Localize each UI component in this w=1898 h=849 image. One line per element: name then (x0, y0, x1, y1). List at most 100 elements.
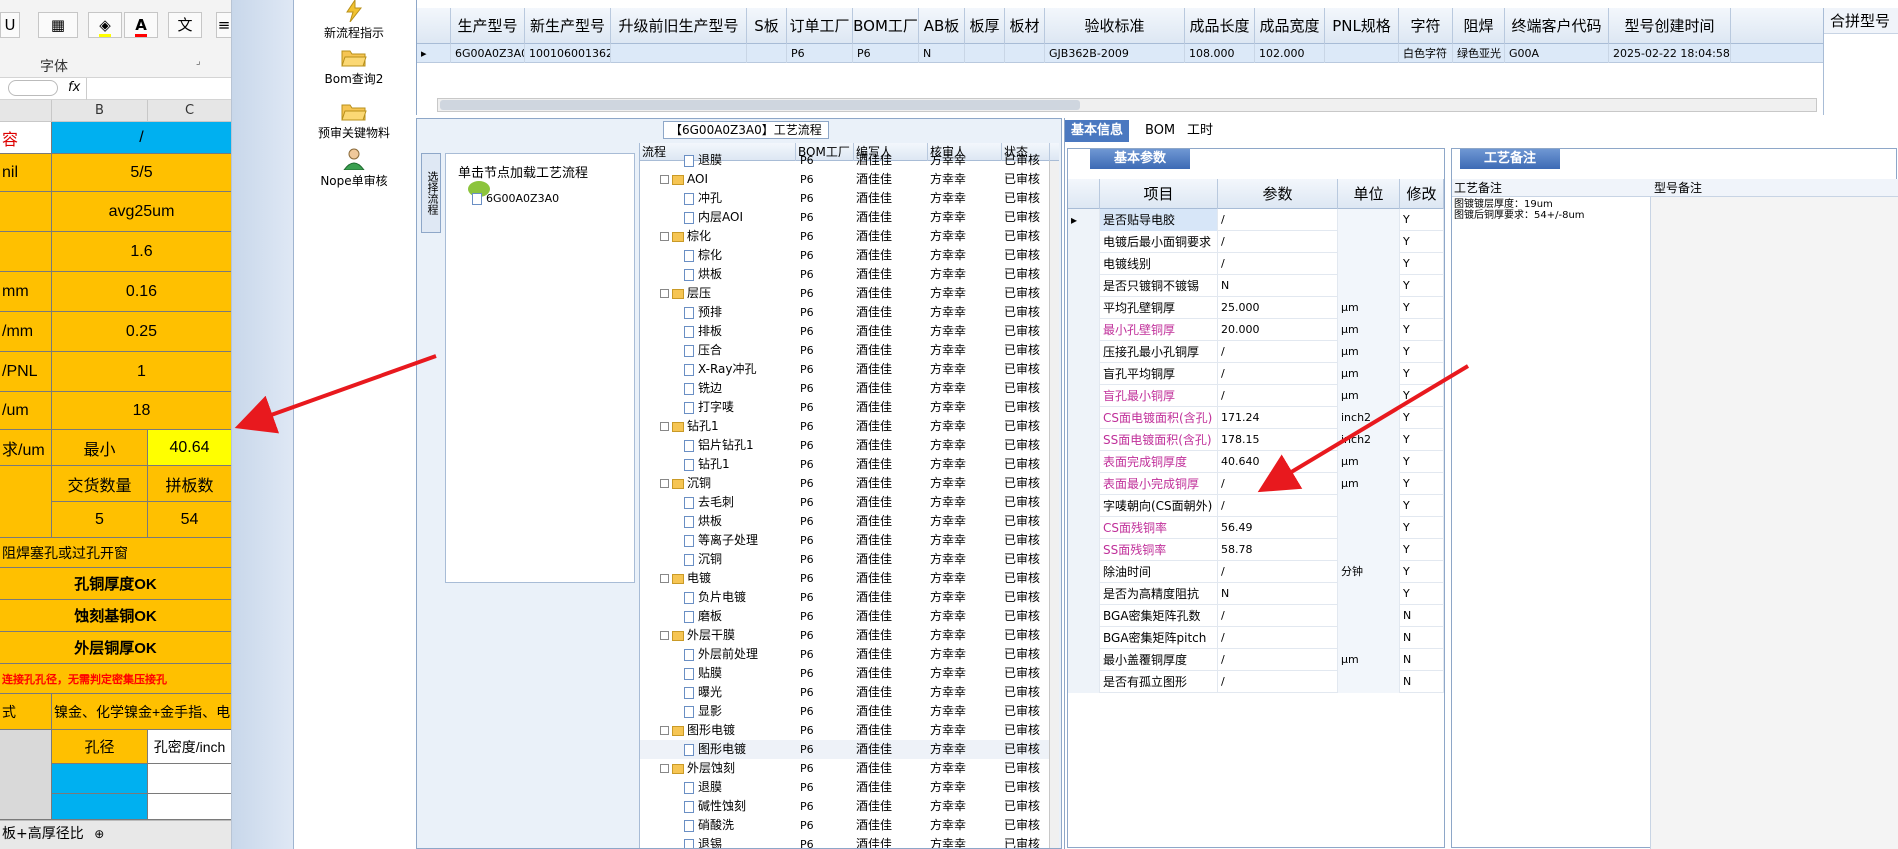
collapse-icon[interactable]: − (660, 631, 669, 640)
param-row[interactable]: 字唛朝向(CS面朝外) / Y (1068, 495, 1444, 517)
param-value[interactable]: 56.49 (1218, 517, 1338, 539)
process-node[interactable]: 贴膜 (640, 664, 792, 683)
cell-ok-outer[interactable]: 外层铜厚OK (0, 632, 231, 664)
process-tree-row[interactable]: − 图形电镀 P6 酒佳佳 方幸幸 已审核 (640, 721, 1059, 740)
add-sheet-icon[interactable]: ⊕ (94, 827, 104, 841)
row-header[interactable]: ▸ (1068, 209, 1100, 231)
grid-cell[interactable]: N (919, 44, 965, 63)
process-tree-row[interactable]: 烘板 P6 酒佳佳 方幸幸 已审核 (640, 512, 1059, 531)
process-node[interactable]: 钻孔1 (640, 455, 792, 474)
row-header[interactable] (1068, 275, 1100, 297)
param-value[interactable]: / (1218, 561, 1338, 583)
param-row[interactable]: 压接孔最小孔铜厚 / μm Y (1068, 341, 1444, 363)
param-value[interactable]: 40.640 (1218, 451, 1338, 473)
process-tree-row[interactable]: 贴膜 P6 酒佳佳 方幸幸 已审核 (640, 664, 1059, 683)
param-value[interactable]: 58.78 (1218, 539, 1338, 561)
param-value[interactable]: 20.000 (1218, 319, 1338, 341)
tab-basic-params[interactable]: 基本参数 (1090, 149, 1190, 169)
process-node[interactable]: 磨板 (640, 607, 792, 626)
col-header-b[interactable]: B (52, 100, 148, 122)
col-param[interactable]: 参数 (1218, 179, 1338, 209)
param-row[interactable]: BGA密集矩阵pitch / N (1068, 627, 1444, 649)
tab-basic-info[interactable]: 基本信息 (1065, 120, 1130, 142)
cell-min-label[interactable]: 最小 (52, 430, 148, 466)
process-node[interactable]: 外层前处理 (640, 645, 792, 664)
grid-col-header[interactable]: 型号创建时间 (1609, 8, 1731, 44)
process-tree-row[interactable]: 去毛刺 P6 酒佳佳 方幸幸 已审核 (640, 493, 1059, 512)
remarks-text[interactable]: 图镀镀层厚度：19um 图镀后铜厚要求：54+/-8um (1454, 199, 1644, 221)
process-node[interactable]: X-Ray冲孔 (640, 360, 792, 379)
grid-col-header[interactable]: 生产型号 (451, 8, 525, 44)
process-tree-row[interactable]: 等离子处理 P6 酒佳佳 方幸幸 已审核 (640, 531, 1059, 550)
process-tree-row[interactable]: 图形电镀 P6 酒佳佳 方幸幸 已审核 (640, 740, 1059, 759)
nope-review-tool[interactable]: Nope单审核 (294, 148, 414, 189)
bom-query-tool[interactable]: Bom查询2 (294, 46, 414, 87)
phonetic-button[interactable]: 文 (168, 12, 202, 38)
horizontal-scrollbar[interactable] (437, 98, 1817, 112)
process-tree-row[interactable]: 退膜 P6 酒佳佳 方幸幸 已审核 (640, 778, 1059, 797)
process-node[interactable]: 烘板 (640, 512, 792, 531)
param-value[interactable]: / (1218, 671, 1338, 693)
sheet-tab[interactable]: 板+高厚径比 (2, 826, 84, 842)
process-node[interactable]: − 钻孔1 (640, 417, 792, 436)
process-node[interactable]: − 层压 (640, 284, 792, 303)
collapse-icon[interactable]: − (660, 479, 669, 488)
fill-color-button[interactable]: ◈ (88, 12, 122, 38)
process-node[interactable]: 曝光 (640, 683, 792, 702)
tab-bom[interactable]: BOM (1139, 120, 1181, 142)
process-node[interactable]: − 外层干膜 (640, 626, 792, 645)
underline-button[interactable]: U (0, 12, 20, 38)
param-value[interactable]: 178.15 (1218, 429, 1338, 451)
row-header[interactable] (1068, 319, 1100, 341)
process-tree-row[interactable]: 负片电镀 P6 酒佳佳 方幸幸 已审核 (640, 588, 1059, 607)
process-node[interactable]: 沉铜 (640, 550, 792, 569)
cell-bc-ratio[interactable]: 5/5 (52, 154, 231, 192)
cell-bc-content[interactable]: / (52, 122, 231, 154)
row-header[interactable] (1068, 429, 1100, 451)
grid-col-header[interactable]: PNL规格 (1325, 8, 1399, 44)
cell-white-1[interactable] (148, 764, 231, 794)
param-value[interactable]: / (1218, 253, 1338, 275)
param-row[interactable]: 是否只镀铜不镀锡 N Y (1068, 275, 1444, 297)
cell-bc-025[interactable]: 0.25 (52, 312, 231, 352)
process-node[interactable]: 铝片钻孔1 (640, 436, 792, 455)
row-header[interactable] (1068, 561, 1100, 583)
cell-a-merged[interactable] (0, 466, 52, 538)
cell-a-req[interactable]: 求/um (0, 430, 52, 466)
process-tree-row[interactable]: − 外层干膜 P6 酒佳佳 方幸幸 已审核 (640, 626, 1059, 645)
grid-cell[interactable]: 108.000 (1185, 44, 1255, 63)
col-header-c[interactable]: C (148, 100, 231, 122)
cell-surface-value[interactable]: 镍金、化学镍金+金手指、电 (52, 694, 231, 730)
name-box[interactable] (8, 80, 58, 96)
process-tree-row[interactable]: 铣边 P6 酒佳佳 方幸幸 已审核 (640, 379, 1059, 398)
process-tree-row[interactable]: 冲孔 P6 酒佳佳 方幸幸 已审核 (640, 189, 1059, 208)
process-tree-row[interactable]: X-Ray冲孔 P6 酒佳佳 方幸幸 已审核 (640, 360, 1059, 379)
param-value[interactable]: / (1218, 231, 1338, 253)
collapse-icon[interactable]: − (660, 726, 669, 735)
process-tree-row[interactable]: 打字唛 P6 酒佳佳 方幸幸 已审核 (640, 398, 1059, 417)
grid-cell[interactable]: P6 (853, 44, 919, 63)
process-tree-row[interactable]: − 层压 P6 酒佳佳 方幸幸 已审核 (640, 284, 1059, 303)
process-tree-row[interactable]: − 棕化 P6 酒佳佳 方幸幸 已审核 (640, 227, 1059, 246)
row-header[interactable] (1068, 517, 1100, 539)
collapse-icon[interactable]: − (660, 422, 669, 431)
cell-solder-note[interactable]: 阻焊塞孔或过孔开窗 (0, 538, 231, 568)
cell-bc-18[interactable]: 18 (52, 392, 231, 430)
process-node[interactable]: 排板 (640, 322, 792, 341)
param-value[interactable]: / (1218, 363, 1338, 385)
grid-cell[interactable]: 绿色亚光 (1453, 44, 1505, 63)
process-tree-row[interactable]: − 钻孔1 P6 酒佳佳 方幸幸 已审核 (640, 417, 1059, 436)
param-value[interactable]: 25.000 (1218, 297, 1338, 319)
grid-col-header[interactable]: 新生产型号 (525, 8, 611, 44)
param-row[interactable]: 盲孔平均铜厚 / μm Y (1068, 363, 1444, 385)
collapse-icon[interactable]: − (660, 574, 669, 583)
model-remarks-area[interactable] (1650, 197, 1898, 849)
col-header-a[interactable] (0, 100, 52, 122)
process-tree-row[interactable]: 沉铜 P6 酒佳佳 方幸幸 已审核 (640, 550, 1059, 569)
grid-col-header[interactable]: 订单工厂 (787, 8, 853, 44)
grid-col-header[interactable]: 板材 (1005, 8, 1045, 44)
scroll-thumb[interactable] (440, 100, 1080, 110)
row-header[interactable] (1068, 451, 1100, 473)
collapse-icon[interactable]: − (660, 232, 669, 241)
process-node[interactable]: 去毛刺 (640, 493, 792, 512)
